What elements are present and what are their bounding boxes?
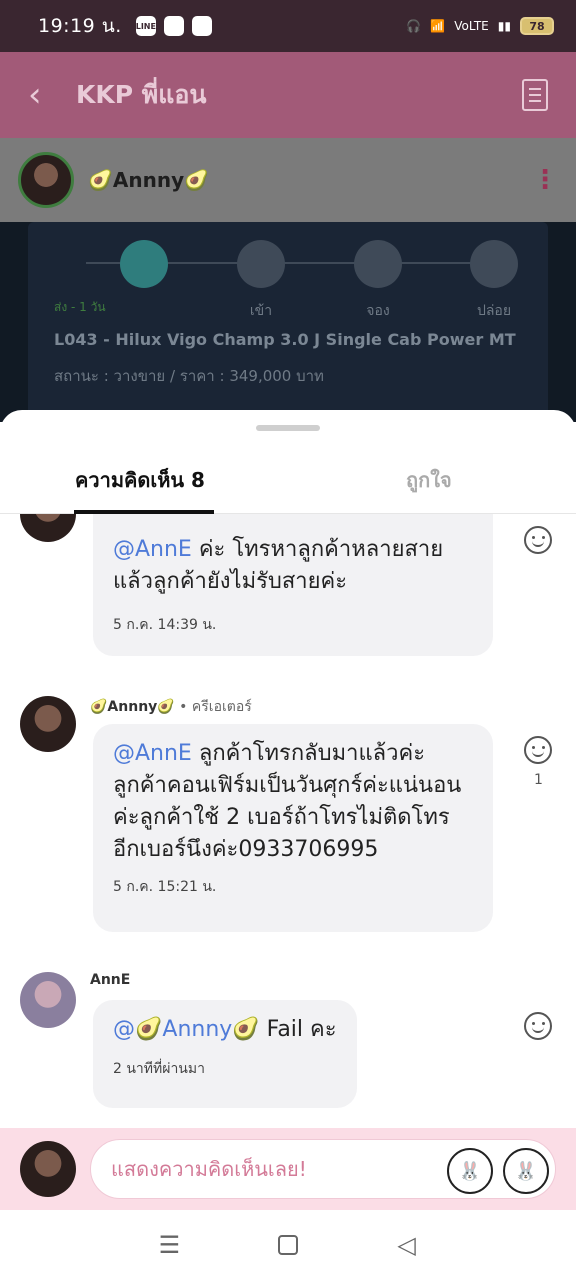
commenter-name[interactable]: 🥑Annny🥑 • ครีเอเตอร์ bbox=[90, 696, 252, 718]
system-nav-bar: ☰ ◁ bbox=[0, 1210, 576, 1280]
more-options-icon[interactable]: ⋮ bbox=[532, 165, 558, 195]
screen: 19:19 น. LINE 🎧 📶 VoLTE ▮▮ 78 ‹ KKP พี่แ… bbox=[0, 0, 576, 1280]
sheet-tabs: ความคิดเห็น 8 ถูกใจ bbox=[0, 444, 576, 514]
post-author-row: 🥑Annny🥑 ⋮ bbox=[0, 138, 576, 222]
system-icons: 🎧 📶 VoLTE ▮▮ 78 bbox=[406, 17, 554, 35]
comment-input-box[interactable]: 🐰 🐰 bbox=[90, 1139, 556, 1199]
comment-input-bar: 🐰 🐰 bbox=[0, 1128, 576, 1210]
reaction-smile-icon[interactable] bbox=[524, 1012, 552, 1040]
step-label: เข้า bbox=[249, 303, 273, 319]
post-card-area: เข้า จอง ปล่อย ส่ง - 1 วัน L043 - Hilux … bbox=[0, 222, 576, 422]
creator-badge: • ครีเอเตอร์ bbox=[174, 699, 252, 715]
step-book: จอง bbox=[348, 240, 408, 322]
comment-timestamp: 5 ก.ค. 14:39 น. bbox=[113, 617, 217, 633]
comment-timestamp: 5 ก.ค. 15:21 น. bbox=[113, 879, 217, 895]
notification-app-icon bbox=[163, 16, 184, 36]
car-status: สถานะ : วางขาย / ราคา : 349,000 บาท bbox=[54, 367, 324, 385]
wifi-icon: 📶 bbox=[430, 19, 446, 33]
commenter-avatar[interactable] bbox=[20, 514, 76, 542]
comment-text: @🥑Annny🥑 Fail คะ bbox=[113, 1014, 337, 1046]
calendar-icon bbox=[120, 240, 168, 288]
step-enter: เข้า bbox=[231, 240, 291, 322]
commenter-avatar[interactable] bbox=[20, 972, 76, 1028]
comment-bubble[interactable]: @AnnE ลูกค้าโทรกลับมาแล้วค่ะ ลูกค้าคอนเฟ… bbox=[93, 724, 493, 932]
comment-text: @AnnE ค่ะ โทรหาลูกค้าหลายสาย แล้วลูกค้าย… bbox=[113, 534, 473, 598]
my-avatar bbox=[20, 1141, 76, 1197]
volte-label: VoLTE bbox=[454, 19, 489, 33]
document-menu-icon[interactable] bbox=[522, 79, 548, 111]
comment-bubble[interactable]: @🥑Annny🥑 Fail คะ 2 นาทีที่ผ่านมา bbox=[93, 1000, 357, 1108]
sticker-brown-icon[interactable]: 🐰 bbox=[447, 1148, 493, 1194]
line-app-icon: LINE bbox=[136, 16, 156, 36]
home-icon bbox=[277, 1235, 298, 1255]
notification-icons: LINE bbox=[136, 16, 212, 36]
comment-mention[interactable]: @AnnE bbox=[113, 537, 192, 562]
comment-timestamp: 2 นาทีที่ผ่านมา bbox=[113, 1061, 205, 1077]
author-avatar[interactable] bbox=[18, 152, 74, 208]
step-release: ปล่อย bbox=[464, 240, 524, 322]
headset-icon: 🎧 bbox=[406, 19, 422, 33]
commenter-name[interactable]: AnnE bbox=[90, 972, 130, 988]
tab-comments[interactable]: ความคิดเห็น 8 bbox=[75, 464, 205, 496]
like-count: 1 bbox=[534, 772, 543, 788]
notification-app-icon bbox=[191, 16, 212, 36]
comment-list[interactable]: @AnnE ค่ะ โทรหาลูกค้าหลายสาย แล้วลูกค้าย… bbox=[0, 514, 576, 1210]
key-icon bbox=[470, 240, 518, 288]
car-title: L043 - Hilux Vigo Champ 3.0 J Single Cab… bbox=[54, 330, 516, 349]
comments-sheet: ความคิดเห็น 8 ถูกใจ @AnnE ค่ะ โทรหาลูกค้… bbox=[0, 410, 576, 1210]
page-title: KKP พี่แอน bbox=[76, 80, 207, 109]
signal-icon: ▮▮ bbox=[497, 19, 511, 33]
commenter-name-text: 🥑Annny🥑 bbox=[90, 699, 175, 715]
comment-body: Fail คะ bbox=[259, 1017, 337, 1042]
comment-mention[interactable]: @🥑Annny🥑 bbox=[113, 1017, 260, 1042]
car-status-card: เข้า จอง ปล่อย ส่ง - 1 วัน L043 - Hilux … bbox=[28, 222, 548, 422]
step-send bbox=[114, 240, 174, 288]
money-icon bbox=[354, 240, 402, 288]
author-name[interactable]: 🥑Annny🥑 bbox=[88, 168, 209, 192]
app-header: ‹ KKP พี่แอน bbox=[0, 52, 576, 138]
comment-mention[interactable]: @AnnE bbox=[113, 741, 192, 766]
comment-text: @AnnE ลูกค้าโทรกลับมาแล้วค่ะ ลูกค้าคอนเฟ… bbox=[113, 738, 473, 866]
back-nav-icon[interactable]: ◁ bbox=[392, 1230, 422, 1260]
step-meta: ส่ง - 1 วัน bbox=[54, 300, 106, 314]
home-button[interactable] bbox=[273, 1230, 303, 1260]
progress-steps: เข้า จอง ปล่อย bbox=[56, 240, 526, 320]
comment-bubble[interactable]: @AnnE ค่ะ โทรหาลูกค้าหลายสาย แล้วลูกค้าย… bbox=[93, 514, 493, 656]
comment-input[interactable] bbox=[111, 1157, 431, 1181]
sheet-drag-handle[interactable] bbox=[256, 425, 320, 431]
back-arrow-icon[interactable]: ‹ bbox=[28, 75, 68, 115]
step-label: ปล่อย bbox=[476, 303, 512, 319]
step-label: จอง bbox=[366, 303, 390, 319]
status-time: 19:19 น. bbox=[38, 15, 122, 37]
battery-icon: 78 bbox=[520, 17, 554, 35]
reaction-smile-icon[interactable] bbox=[524, 526, 552, 554]
recent-apps-icon[interactable]: ☰ bbox=[154, 1230, 184, 1260]
sticker-cony-icon[interactable]: 🐰 bbox=[503, 1148, 549, 1194]
tab-likes[interactable]: ถูกใจ bbox=[406, 464, 452, 496]
status-bar: 19:19 น. LINE 🎧 📶 VoLTE ▮▮ 78 bbox=[0, 0, 576, 52]
reaction-smile-icon[interactable] bbox=[524, 736, 552, 764]
commenter-avatar[interactable] bbox=[20, 696, 76, 752]
cup-icon bbox=[237, 240, 285, 288]
